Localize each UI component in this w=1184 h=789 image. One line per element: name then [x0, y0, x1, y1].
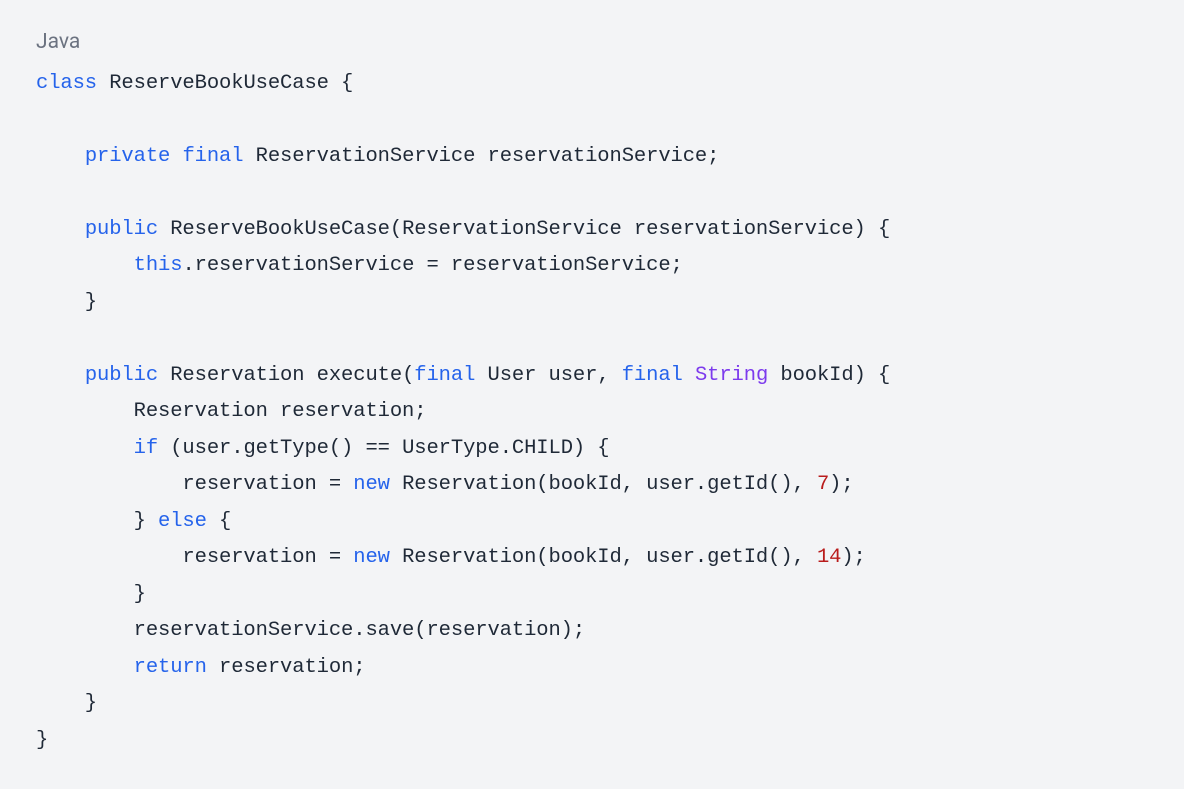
code-token-num: 7 [817, 473, 829, 496]
code-token: User user, [475, 364, 621, 387]
code-token: ReserveBookUseCase(ReservationService re… [158, 218, 890, 241]
code-token: reservation = [36, 546, 353, 569]
code-token: ReserveBookUseCase { [97, 72, 353, 95]
code-token-kw: else [158, 510, 207, 533]
code-token [36, 437, 134, 460]
code-token-kw: this [134, 254, 183, 277]
code-token-kw: new [353, 546, 390, 569]
code-token-kw: class [36, 72, 97, 95]
code-token: Reservation(bookId, user.getId(), [390, 546, 817, 569]
code-token-kw: final [182, 145, 243, 168]
code-token: reservation = [36, 473, 353, 496]
code-token-kw: final [622, 364, 683, 387]
code-token: Reservation execute( [158, 364, 414, 387]
code-token [36, 254, 134, 277]
code-token [683, 364, 695, 387]
code-token: } [36, 729, 48, 752]
code-token: Reservation(bookId, user.getId(), [390, 473, 817, 496]
code-token: } [36, 291, 97, 314]
code-token: reservation; [207, 656, 366, 679]
code-token: bookId) { [768, 364, 890, 387]
code-token: (user.getType() == UserType.CHILD) { [158, 437, 609, 460]
code-token: ReservationService reservationService; [243, 145, 719, 168]
code-token [170, 145, 182, 168]
code-token-num: 14 [817, 546, 841, 569]
code-token-kw: public [85, 218, 158, 241]
code-token-kw: return [134, 656, 207, 679]
code-token-kw: final [414, 364, 475, 387]
code-token-kw: public [85, 364, 158, 387]
code-pre: class ReserveBookUseCase { private final… [36, 66, 1148, 759]
code-token: } [36, 692, 97, 715]
code-token-kw: private [85, 145, 170, 168]
code-token: } [36, 583, 146, 606]
code-token: reservationService.save(reservation); [36, 619, 585, 642]
code-token: { [207, 510, 231, 533]
code-token [36, 364, 85, 387]
code-token [36, 145, 85, 168]
code-token [36, 218, 85, 241]
code-token: ); [829, 473, 853, 496]
code-token-type: String [695, 364, 768, 387]
code-token: .reservationService = reservationService… [182, 254, 682, 277]
code-token: Reservation reservation; [36, 400, 426, 423]
code-token-kw: new [353, 473, 390, 496]
code-block: Java class ReserveBookUseCase { private … [0, 0, 1184, 789]
language-label: Java [36, 30, 1148, 54]
code-token-kw: if [134, 437, 158, 460]
code-token: ); [841, 546, 865, 569]
code-token: } [36, 510, 158, 533]
code-token [36, 656, 134, 679]
